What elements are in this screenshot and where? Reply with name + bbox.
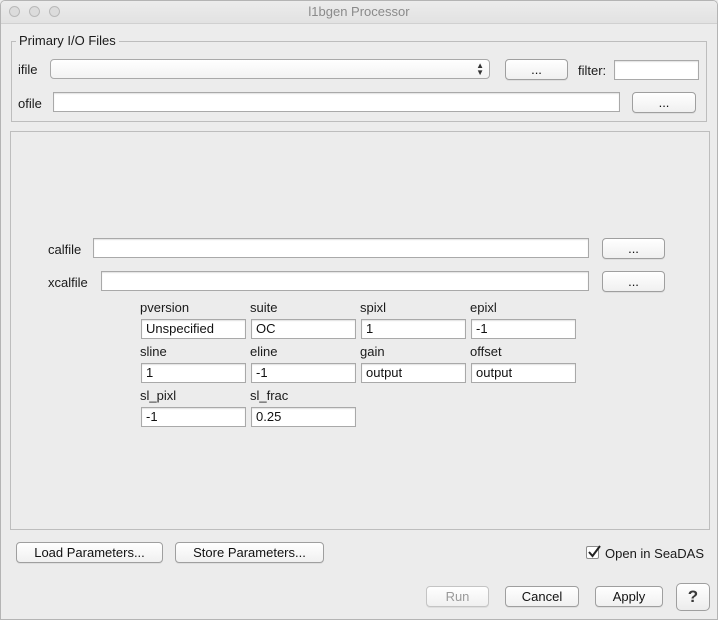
- offset-label: offset: [470, 344, 502, 359]
- ofile-input[interactable]: [53, 92, 620, 112]
- eline-label: eline: [250, 344, 278, 359]
- offset-input[interactable]: output: [471, 363, 576, 383]
- gain-input[interactable]: output: [361, 363, 466, 383]
- xcalfile-input[interactable]: [101, 271, 589, 291]
- title-bar: l1bgen Processor: [1, 1, 717, 24]
- cancel-button[interactable]: Cancel: [505, 586, 579, 607]
- calfile-label: calfile: [48, 242, 82, 257]
- sl-frac-label: sl_frac: [250, 388, 289, 403]
- store-parameters-button[interactable]: Store Parameters...: [175, 542, 324, 563]
- spixl-input[interactable]: 1: [361, 319, 466, 339]
- filter-input[interactable]: [614, 60, 699, 80]
- calfile-input[interactable]: [93, 238, 589, 258]
- run-button[interactable]: Run: [426, 586, 489, 607]
- spixl-label: spixl: [360, 300, 387, 315]
- eline-input[interactable]: -1: [251, 363, 356, 383]
- updown-arrows-icon: ▲ ▼: [476, 61, 484, 77]
- suite-label: suite: [250, 300, 278, 315]
- primary-io-legend: Primary I/O Files: [16, 33, 119, 48]
- xcalfile-label: xcalfile: [48, 275, 88, 290]
- checkmark-icon: [588, 545, 601, 558]
- calfile-browse-button[interactable]: ...: [602, 238, 665, 259]
- ifile-combo[interactable]: ▲ ▼: [50, 59, 490, 79]
- gain-label: gain: [360, 344, 385, 359]
- sline-input[interactable]: 1: [141, 363, 246, 383]
- ofile-label: ofile: [18, 96, 42, 111]
- pversion-label: pversion: [140, 300, 190, 315]
- sl-pixl-input[interactable]: -1: [141, 407, 246, 427]
- ofile-browse-button[interactable]: ...: [632, 92, 696, 113]
- apply-button[interactable]: Apply: [595, 586, 663, 607]
- help-button[interactable]: ?: [676, 583, 710, 611]
- sline-label: sline: [140, 344, 167, 359]
- filter-label: filter:: [578, 63, 607, 78]
- window-title: l1bgen Processor: [308, 4, 410, 19]
- suite-input[interactable]: OC: [251, 319, 356, 339]
- epixl-input[interactable]: -1: [471, 319, 576, 339]
- load-parameters-button[interactable]: Load Parameters...: [16, 542, 163, 563]
- l1bgen-processor-window: l1bgen Processor Primary I/O Files ifile…: [0, 0, 718, 620]
- sl-frac-input[interactable]: 0.25: [251, 407, 356, 427]
- ifile-browse-button[interactable]: ...: [505, 59, 568, 80]
- pversion-input[interactable]: Unspecified: [141, 319, 246, 339]
- epixl-label: epixl: [470, 300, 497, 315]
- open-in-seadas-checkbox[interactable]: [586, 545, 601, 559]
- ifile-label: ifile: [18, 62, 38, 77]
- xcalfile-browse-button[interactable]: ...: [602, 271, 665, 292]
- parameters-panel: [10, 131, 710, 530]
- open-in-seadas-label: Open in SeaDAS: [605, 546, 705, 561]
- sl-pixl-label: sl_pixl: [140, 388, 177, 403]
